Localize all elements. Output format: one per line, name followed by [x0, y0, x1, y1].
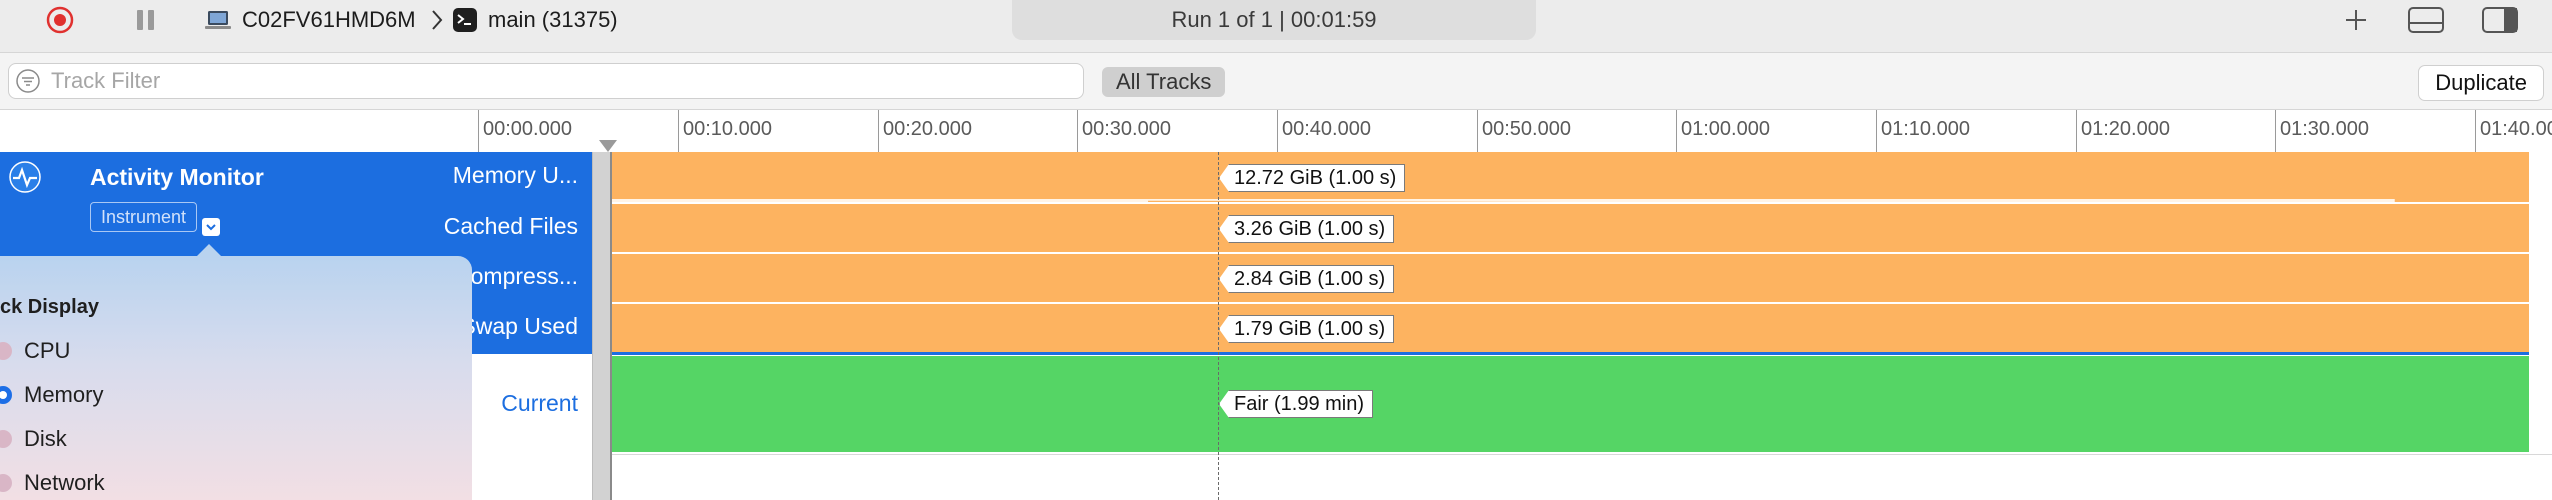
swap-used-graph[interactable]: [611, 304, 2529, 352]
toggle-bottom-panel-button[interactable]: [2404, 0, 2448, 40]
toolbar: C02FV61HMD6M main (31375) Run 1 of 1 | 0…: [0, 0, 2552, 53]
ruler-tick-label: 00:50.000: [1482, 118, 1571, 140]
playhead-line: [610, 152, 612, 500]
option-network-label: Network: [24, 470, 105, 495]
track-divider: [611, 454, 2552, 455]
radio-memory[interactable]: [0, 386, 12, 404]
chevron-right-icon: [432, 10, 443, 30]
memory-used-graph[interactable]: [611, 152, 2529, 202]
radio-cpu[interactable]: [0, 342, 12, 360]
instrument-type-badge: Instrument: [90, 202, 198, 232]
all-tracks-button[interactable]: All Tracks: [1102, 67, 1226, 97]
pressure-value-flag: Fair (1.99 min): [1219, 390, 1374, 418]
ruler-tick: 01:30.000: [2275, 110, 2369, 152]
ruler-tick: 00:10.000: [678, 110, 772, 152]
option-memory-label: Memory: [24, 382, 104, 407]
ruler-tick: 01:40.000: [2475, 110, 2552, 152]
run-status: Run 1 of 1 | 00:01:59: [1012, 0, 1536, 40]
sidebar-right-icon: [2482, 7, 2518, 33]
track-filter-field[interactable]: Track Filter: [8, 63, 1084, 99]
breadcrumb-separator: [430, 0, 444, 40]
device-crumb[interactable]: C02FV61HMD6M: [204, 0, 416, 40]
chevron-down-icon: [206, 224, 216, 231]
ruler-tick-label: 00:40.000: [1282, 118, 1371, 140]
time-ruler[interactable]: 00:00.000 00:10.000 00:20.000 00:30.000 …: [0, 110, 2552, 153]
option-cpu-label: CPU: [24, 338, 71, 363]
duplicate-button[interactable]: Duplicate: [2418, 65, 2544, 101]
record-button[interactable]: [40, 0, 80, 40]
pause-button[interactable]: [126, 0, 166, 40]
memory-used-edge: [611, 199, 2395, 203]
ruler-tick: 01:10.000: [1876, 110, 1970, 152]
selection-separator: [611, 352, 2529, 355]
playhead-marker-icon[interactable]: [599, 140, 617, 152]
filter-icon: [16, 69, 40, 93]
plus-icon: [2346, 10, 2366, 30]
ruler-tick: 01:20.000: [2076, 110, 2170, 152]
terminal-icon: [453, 8, 477, 32]
target-name: main (31375): [488, 7, 618, 32]
track-splitter[interactable]: [592, 152, 612, 500]
track-display-title: ck Display: [0, 296, 99, 318]
ruler-tick: 00:50.000: [1477, 110, 1571, 152]
radio-disk[interactable]: [0, 430, 12, 448]
compressed-graph[interactable]: [611, 254, 2529, 302]
ruler-tick-label: 01:00.000: [1681, 118, 1770, 140]
memory-used-value-flag: 12.72 GiB (1.00 s): [1219, 164, 1406, 192]
cached-files-graph[interactable]: [611, 204, 2529, 252]
target-crumb[interactable]: main (31375): [452, 0, 618, 40]
compressed-value-flag: 2.84 GiB (1.00 s): [1219, 265, 1395, 293]
ruler-tick-label: 00:20.000: [883, 118, 972, 140]
ruler-tick: 00:30.000: [1077, 110, 1171, 152]
ruler-tick-label: 00:10.000: [683, 118, 772, 140]
swap-used-value-flag: 1.79 GiB (1.00 s): [1219, 315, 1395, 343]
inspection-cursor[interactable]: [1218, 152, 1219, 500]
activity-monitor-icon: [9, 161, 41, 193]
ruler-tick-label: 01:10.000: [1881, 118, 1970, 140]
filter-bar: Track Filter All Tracks Duplicate: [0, 53, 2552, 110]
toggle-inspector-button[interactable]: [2478, 0, 2522, 40]
option-cpu[interactable]: CPU: [0, 338, 70, 364]
laptop-icon: [205, 11, 231, 29]
option-memory[interactable]: Memory: [0, 382, 103, 408]
record-icon: [46, 6, 74, 34]
track-plot-area[interactable]: 12.72 GiB (1.00 s) 3.26 GiB (1.00 s) 2.8…: [610, 152, 2552, 500]
track-display-popover: ck Display CPU Memory Disk Network: [0, 244, 472, 500]
ruler-tick: 01:00.000: [1676, 110, 1770, 152]
pause-icon: [137, 10, 154, 30]
radio-network[interactable]: [0, 474, 12, 492]
ruler-tick-label: 01:20.000: [2081, 118, 2170, 140]
ruler-tick: 00:40.000: [1277, 110, 1371, 152]
track-display-menu-button[interactable]: [202, 218, 220, 236]
ruler-tick: 00:00.000: [478, 110, 572, 152]
cached-files-value-flag: 3.26 GiB (1.00 s): [1219, 215, 1395, 243]
add-button[interactable]: [2336, 0, 2376, 40]
ruler-tick-label: 01:30.000: [2280, 118, 2369, 140]
track-filter-placeholder: Track Filter: [51, 68, 161, 93]
instrument-name: Activity Monitor: [90, 164, 264, 190]
track-label-current: Current: [501, 390, 578, 416]
option-disk-label: Disk: [24, 426, 67, 451]
ruler-tick-label: 01:40.000: [2480, 118, 2552, 140]
ruler-tick-label: 00:30.000: [1082, 118, 1171, 140]
device-name: C02FV61HMD6M: [242, 7, 416, 32]
option-disk[interactable]: Disk: [0, 426, 67, 452]
popover-arrow: [195, 244, 223, 258]
bottom-panel-icon: [2408, 7, 2444, 33]
option-network[interactable]: Network: [0, 470, 105, 496]
memory-pressure-graph[interactable]: [611, 356, 2529, 452]
ruler-tick: 00:20.000: [878, 110, 972, 152]
ruler-tick-label: 00:00.000: [483, 118, 572, 140]
